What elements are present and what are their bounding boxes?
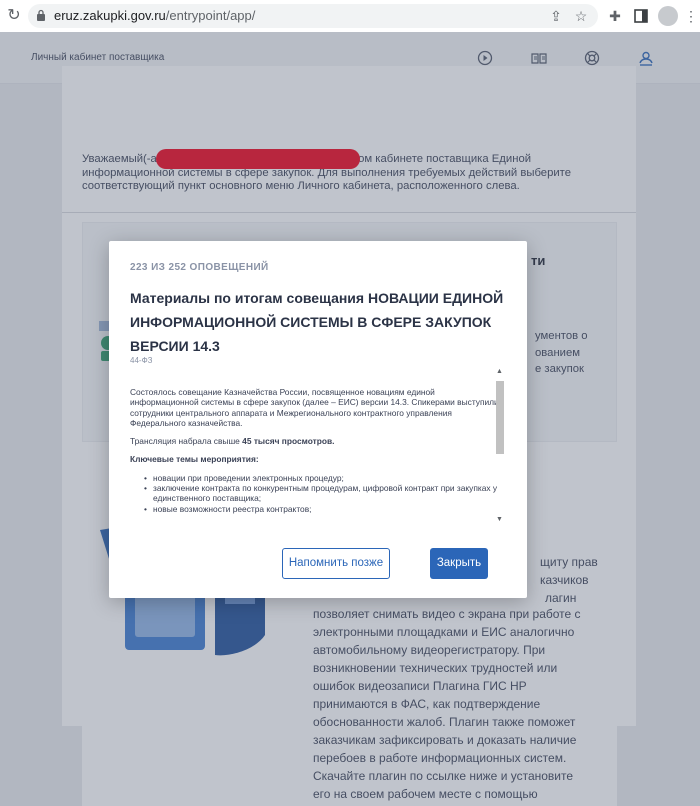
lock-icon <box>37 9 45 21</box>
body-paragraph: Состоялось совещание Казначейства России… <box>130 387 499 428</box>
reload-icon[interactable]: ↻ <box>4 6 24 26</box>
browser-toolbar: ↻ eruz.zakupki.gov.ru/entrypoint/app/ ⇪ … <box>0 0 700 32</box>
notification-body[interactable]: Состоялось совещание Казначейства России… <box>130 387 502 527</box>
list-item: новые возможности реестра контрактов; <box>144 504 502 515</box>
modal-scrollbar[interactable]: ▲ ▼ <box>494 368 506 527</box>
list-item: заключение контракта по конкурентным про… <box>144 483 502 504</box>
topics-list: новации при проведении электронных проце… <box>144 473 502 514</box>
bookmark-star-icon[interactable]: ☆ <box>572 7 590 25</box>
side-panel-icon[interactable] <box>632 7 650 25</box>
list-item: новации при проведении электронных проце… <box>144 473 502 484</box>
menu-dots-icon[interactable]: ⋮ <box>682 7 700 25</box>
extensions-puzzle-icon[interactable]: ✚ <box>606 7 624 25</box>
views-paragraph: Трансляция набрала свыше 45 тысяч просмо… <box>130 436 335 447</box>
law-tag: 44-ФЗ <box>130 356 153 365</box>
scroll-thumb[interactable] <box>496 381 504 454</box>
notification-counter: 223 ИЗ 252 ОПОВЕЩЕНИЙ <box>130 262 269 273</box>
url-text: eruz.zakupki.gov.ru/entrypoint/app/ <box>54 8 256 23</box>
share-icon[interactable]: ⇪ <box>547 7 565 25</box>
remind-later-button[interactable]: Напомнить позже <box>282 548 390 579</box>
notification-modal: 223 ИЗ 252 ОПОВЕЩЕНИЙ Материалы по итога… <box>109 241 527 598</box>
close-button[interactable]: Закрыть <box>430 548 488 579</box>
scroll-down-arrow-icon[interactable]: ▼ <box>496 516 503 523</box>
topics-heading: Ключевые темы мероприятия: <box>130 454 259 465</box>
address-bar[interactable]: eruz.zakupki.gov.ru/entrypoint/app/ ⇪ ☆ <box>28 4 598 28</box>
scroll-up-arrow-icon[interactable]: ▲ <box>496 368 503 375</box>
notification-title: Материалы по итогам совещания НОВАЦИИ ЕД… <box>130 290 504 354</box>
profile-avatar[interactable] <box>658 6 678 26</box>
